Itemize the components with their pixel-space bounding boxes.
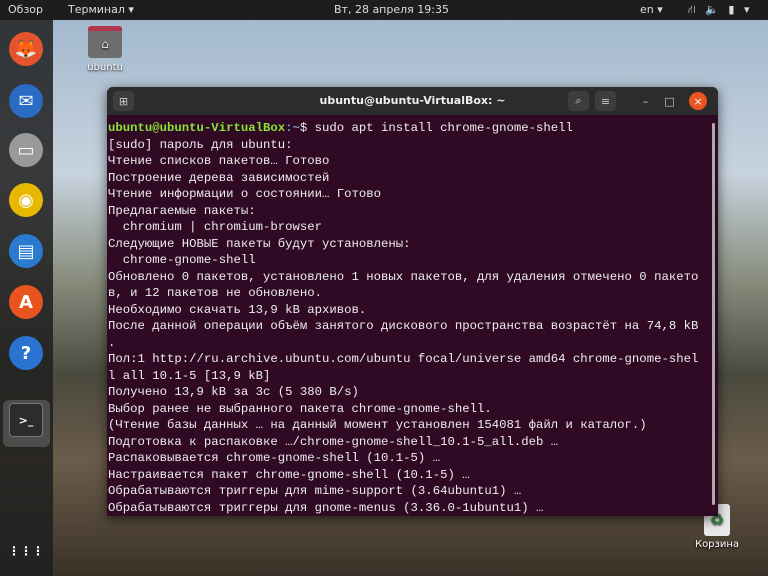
terminal-line: Обрабатываются триггеры для gnome-menus … <box>108 500 544 515</box>
minimize-button[interactable]: – <box>635 91 656 111</box>
menu-button[interactable]: ≡ <box>595 91 616 111</box>
clock[interactable]: Вт, 28 апреля 19:35 <box>334 3 449 16</box>
terminal-line: Выбор ранее не выбранного пакета chrome-… <box>108 401 492 416</box>
prompt-user: ubuntu@ubuntu-VirtualBox <box>108 121 286 135</box>
terminal-line: Настраивается пакет chrome-gnome-shell (… <box>108 467 470 482</box>
show-applications-icon[interactable]: ⋮⋮⋮ <box>8 534 44 568</box>
language-indicator[interactable]: en ▾ <box>640 3 663 16</box>
terminal-line: Построение дерева зависимостей <box>108 170 330 185</box>
home-folder-label: ubuntu <box>87 62 123 73</box>
dock-writer-icon[interactable]: ▤ <box>9 234 43 268</box>
window-title: ubuntu@ubuntu-VirtualBox: ~ <box>319 94 506 107</box>
dock-files-icon[interactable]: ▭ <box>9 133 43 167</box>
dock-thunderbird-icon[interactable]: ✉ <box>9 84 43 118</box>
terminal-line: Пол:1 http://ru.archive.ubuntu.com/ubunt… <box>108 352 699 366</box>
dock-firefox-icon[interactable]: 🦊 <box>9 32 43 66</box>
dock-rhythmbox-icon[interactable]: ◉ <box>9 183 43 217</box>
top-bar: Обзор Терминал ▾ Вт, 28 апреля 19:35 en … <box>0 0 768 20</box>
trash-label: Корзина <box>694 539 740 550</box>
window-header: ⊞ ubuntu@ubuntu-VirtualBox: ~ ⌕ ≡ – □ × <box>107 87 718 115</box>
search-button[interactable]: ⌕ <box>568 91 589 111</box>
terminal-line: chromium | chromium-browser <box>108 220 323 234</box>
dock-help-icon[interactable]: ? <box>9 336 43 370</box>
terminal-line: . <box>108 335 116 350</box>
app-menu[interactable]: Терминал ▾ <box>68 3 134 16</box>
prompt-path: :~ <box>285 121 300 135</box>
terminal-line: После данной операции объём занятого дис… <box>108 319 699 333</box>
terminal-line: Обрабатываются триггеры для mime-support… <box>108 484 522 498</box>
desktop-home-folder[interactable]: ⌂ ubuntu <box>84 26 126 73</box>
command: $ sudo apt install chrome-gnome-shell <box>299 121 573 135</box>
terminal-line: Получено 13,9 kB за 3c (5 380 B/s) <box>108 385 359 399</box>
terminal-line: l all 10.1-5 [13,9 kB] <box>108 368 271 383</box>
terminal-line: Распаковывается chrome-gnome-shell (10.1… <box>108 451 441 465</box>
terminal-line: Следующие НОВЫЕ пакеты будут установлены… <box>108 236 411 251</box>
terminal-line: Необходимо скачать 13,9 kB архивов. <box>108 302 367 317</box>
terminal-line: Подготовка к распаковке …/chrome-gnome-s… <box>108 434 559 449</box>
dock-software-icon[interactable]: A <box>9 285 43 319</box>
activities-button[interactable]: Обзор <box>8 3 43 16</box>
terminal-line: Чтение информации о состоянии… Готово <box>108 187 382 201</box>
dock-terminal-icon[interactable]: >_ <box>9 403 43 437</box>
terminal-line: Чтение списков пакетов… Готово <box>108 154 330 168</box>
home-folder-icon: ⌂ <box>88 26 122 58</box>
dock: 🦊 ✉ ▭ ◉ ▤ A? >_ ⋮⋮⋮ <box>0 20 53 576</box>
maximize-button[interactable]: □ <box>659 91 680 111</box>
terminal-window[interactable]: ⊞ ubuntu@ubuntu-VirtualBox: ~ ⌕ ≡ – □ × … <box>107 87 718 516</box>
terminal-line: Обновлено 0 пакетов, установлено 1 новых… <box>108 269 699 284</box>
system-status-icons[interactable]: ⛙ 🔈 ▮ ▾ <box>688 3 753 18</box>
terminal-output[interactable]: ubuntu@ubuntu-VirtualBox:~$ sudo apt ins… <box>107 115 718 516</box>
scrollbar[interactable] <box>712 123 715 505</box>
terminal-line: [sudo] пароль для ubuntu: <box>108 137 293 152</box>
terminal-line: Предлагаемые пакеты: <box>108 203 256 218</box>
terminal-line: chrome-gnome-shell <box>108 253 256 267</box>
terminal-line: в, и 12 пакетов не обновлено. <box>108 286 323 300</box>
terminal-line: (Чтение базы данных … на данный момент у… <box>108 418 647 432</box>
close-button[interactable]: × <box>689 92 707 110</box>
